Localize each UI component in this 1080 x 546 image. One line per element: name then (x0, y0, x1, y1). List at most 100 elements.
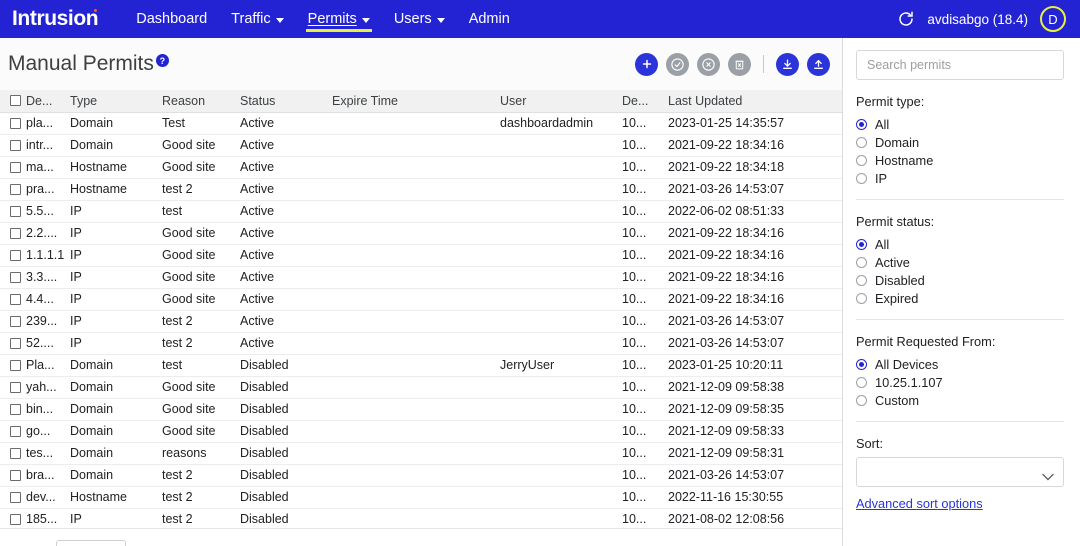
radio-option[interactable]: 10.25.1.107 (856, 373, 1064, 391)
advanced-sort-options-link[interactable]: Advanced sort options (856, 496, 983, 511)
row-checkbox[interactable] (10, 491, 21, 503)
table-row[interactable]: ma... Hostname Good site Active 10... 2021-09… (0, 156, 842, 179)
row-checkbox[interactable] (10, 139, 21, 151)
table-row[interactable]: dev... Hostname test 2 Disabled 10... 2022-11… (0, 486, 842, 509)
row-checkbox[interactable] (10, 205, 21, 217)
radio-option[interactable]: All Devices (856, 355, 1064, 373)
table-row[interactable]: 2.2.... IP Good site Active 10... 2021-09-22 … (0, 222, 842, 245)
table-row[interactable]: go... Domain Good site Disabled 10... 2021-12… (0, 420, 842, 443)
radio-button[interactable] (856, 154, 867, 166)
column-header-reason[interactable]: Reason (158, 90, 236, 113)
cell-reason: Good site (158, 134, 236, 157)
radio-option[interactable]: IP (856, 169, 1064, 187)
radio-button[interactable] (856, 394, 867, 406)
radio-button[interactable] (856, 118, 867, 130)
radio-option[interactable]: Expired (856, 289, 1064, 307)
row-checkbox[interactable] (10, 359, 21, 371)
row-checkbox[interactable] (10, 183, 21, 195)
radio-button[interactable] (856, 376, 867, 388)
brand-logo[interactable]: Intrusion (12, 7, 99, 31)
table-row[interactable]: tes... Domain reasons Disabled 10... 2021-12-… (0, 442, 842, 465)
cell-expire-time (328, 442, 496, 465)
row-checkbox[interactable] (10, 381, 21, 393)
cell-type: Hostname (66, 156, 158, 179)
table-row[interactable]: 1.1.1.1 IP Good site Active 10... 2021-09-22 … (0, 244, 842, 267)
nav-item-permits[interactable]: Permits (296, 0, 382, 38)
cell-last-updated: 2023-01-25 14:35:57 (664, 112, 842, 135)
column-header-user[interactable]: User (496, 90, 618, 113)
enable-permit-button[interactable] (666, 52, 689, 76)
nav-item-dashboard[interactable]: Dashboard (124, 0, 219, 38)
row-checkbox[interactable] (10, 249, 21, 261)
permits-table-container[interactable]: De... Type Reason Status Expire Time Use… (0, 90, 842, 546)
page-size-select[interactable] (56, 540, 126, 546)
cell-type: Domain (66, 376, 158, 399)
nav-item-admin[interactable]: Admin (457, 0, 522, 38)
select-all-checkbox[interactable] (10, 95, 21, 107)
table-row[interactable]: intr... Domain Good site Active 10... 2021-09… (0, 134, 842, 157)
row-checkbox[interactable] (10, 161, 21, 173)
cell-reason: test (158, 354, 236, 377)
table-row[interactable]: bin... Domain Good site Disabled 10... 2021-1… (0, 398, 842, 421)
nav-item-users[interactable]: Users (382, 0, 457, 38)
table-row[interactable]: 5.5... IP test Active 10... 2022-06-02 08:51:… (0, 200, 842, 223)
row-checkbox[interactable] (10, 403, 21, 415)
table-row[interactable]: 185... IP test 2 Disabled 10... 2021-08-02 12… (0, 508, 842, 531)
radio-button[interactable] (856, 256, 867, 268)
row-checkbox[interactable] (10, 447, 21, 459)
search-input[interactable] (856, 50, 1064, 80)
table-row[interactable]: 52.... IP test 2 Active 10... 2021-03-26 14:5… (0, 332, 842, 355)
column-header-description[interactable]: De... (22, 90, 66, 113)
refresh-icon[interactable] (897, 10, 915, 28)
radio-option[interactable]: Domain (856, 133, 1064, 151)
column-header-expire-time[interactable]: Expire Time (328, 90, 496, 113)
nav-item-traffic[interactable]: Traffic (219, 0, 295, 38)
radio-option[interactable]: Hostname (856, 151, 1064, 169)
disable-permit-button[interactable] (697, 52, 720, 76)
row-checkbox[interactable] (10, 315, 21, 327)
row-checkbox[interactable] (10, 117, 21, 129)
cell-type: IP (66, 244, 158, 267)
table-row[interactable]: 3.3.... IP Good site Active 10... 2021-09-22 … (0, 266, 842, 289)
column-header-type[interactable]: Type (66, 90, 158, 113)
row-checkbox[interactable] (10, 513, 21, 525)
radio-button[interactable] (856, 238, 867, 250)
table-row[interactable]: pra... Hostname test 2 Active 10... 2021-03-2… (0, 178, 842, 201)
download-permits-button[interactable] (776, 52, 799, 76)
radio-button[interactable] (856, 136, 867, 148)
row-checkbox[interactable] (10, 293, 21, 305)
radio-button[interactable] (856, 358, 867, 370)
row-checkbox[interactable] (10, 337, 21, 349)
cell-device: 10... (618, 310, 664, 333)
radio-button[interactable] (856, 274, 867, 286)
column-header-status[interactable]: Status (236, 90, 328, 113)
upload-permits-button[interactable] (807, 52, 830, 76)
table-row[interactable]: 239... IP test 2 Active 10... 2021-03-26 14:5… (0, 310, 842, 333)
radio-option[interactable]: Active (856, 253, 1064, 271)
radio-button[interactable] (856, 292, 867, 304)
radio-option[interactable]: Custom (856, 391, 1064, 409)
delete-permit-button[interactable] (728, 52, 751, 76)
sort-select[interactable] (856, 457, 1064, 487)
table-row[interactable]: yah... Domain Good site Disabled 10... 2021-1… (0, 376, 842, 399)
row-checkbox[interactable] (10, 425, 21, 437)
column-header-last-updated[interactable]: Last Updated (664, 90, 842, 113)
filter-groups: Permit type: All Domain Hostname IP Permit st… (856, 80, 1064, 409)
row-checkbox[interactable] (10, 227, 21, 239)
table-row[interactable]: 4.4... IP Good site Active 10... 2021-09-22 1… (0, 288, 842, 311)
help-icon[interactable]: ? (155, 54, 169, 68)
row-select-cell (0, 244, 22, 267)
radio-option[interactable]: All (856, 115, 1064, 133)
column-header-device[interactable]: De... (618, 90, 664, 113)
table-row[interactable]: pla... Domain Test Active dashboardadmin 10..… (0, 112, 842, 135)
row-checkbox[interactable] (10, 469, 21, 481)
radio-button[interactable] (856, 172, 867, 184)
table-row[interactable]: Pla... Domain test Disabled JerryUser 10... 20… (0, 354, 842, 377)
row-checkbox[interactable] (10, 271, 21, 283)
radio-option[interactable]: All (856, 235, 1064, 253)
table-row[interactable]: bra... Domain test 2 Disabled 10... 2021-03-2… (0, 464, 842, 487)
add-permit-button[interactable] (635, 52, 658, 76)
filter-group-title: Permit Requested From: (856, 334, 996, 349)
avatar[interactable]: D (1040, 6, 1066, 32)
radio-option[interactable]: Disabled (856, 271, 1064, 289)
